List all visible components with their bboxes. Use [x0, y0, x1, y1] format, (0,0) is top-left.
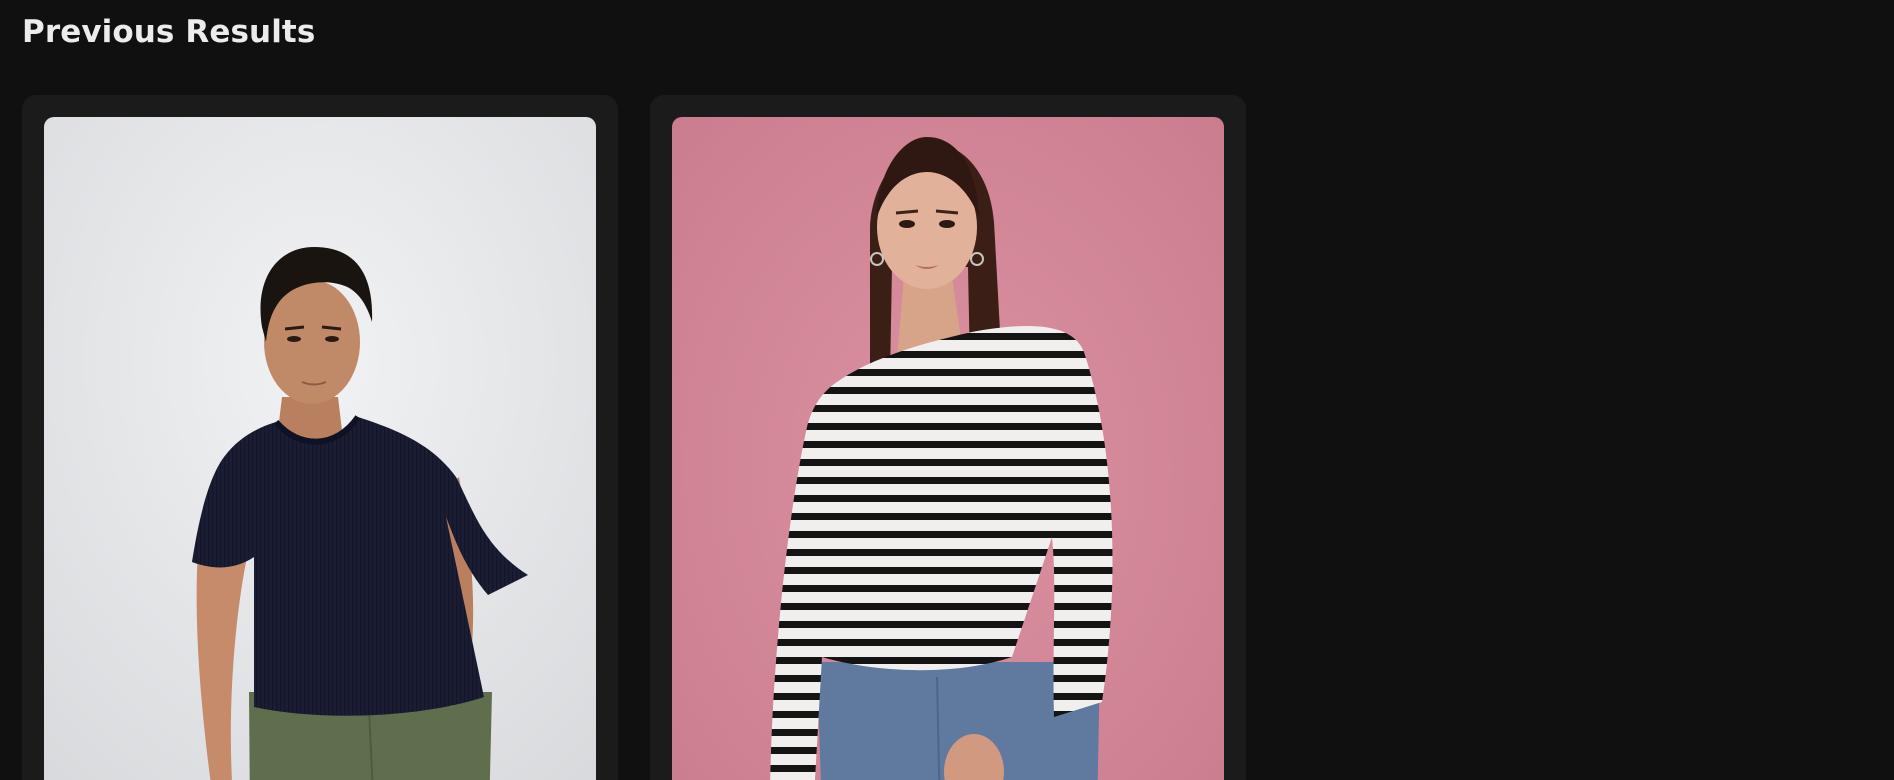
result-image[interactable]	[672, 117, 1224, 780]
result-card[interactable]	[22, 95, 618, 780]
person-photo-icon	[672, 117, 1224, 780]
page-title: Previous Results	[22, 14, 316, 50]
result-image[interactable]	[44, 117, 596, 780]
previous-results-page: Previous Results	[0, 0, 1894, 780]
person-photo-icon	[44, 117, 596, 780]
result-card[interactable]	[650, 95, 1246, 780]
results-grid	[22, 95, 1246, 780]
